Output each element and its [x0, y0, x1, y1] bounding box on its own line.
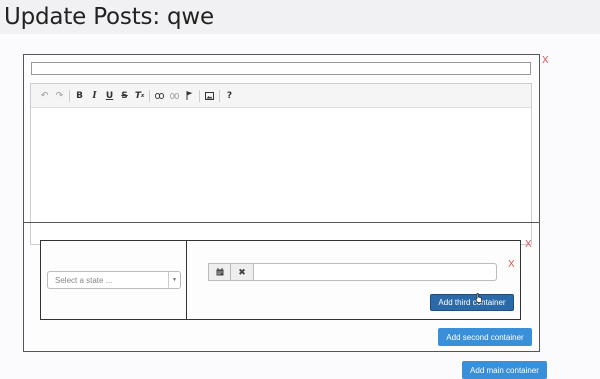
add-second-container-button[interactable]: Add second container — [438, 328, 532, 346]
toolbar-separator — [69, 89, 70, 102]
flag-icon[interactable] — [182, 88, 197, 104]
page-header: Update Posts: qwe — [0, 0, 600, 34]
add-main-container-button[interactable]: Add main container — [462, 361, 547, 379]
section-divider — [24, 222, 539, 223]
page-title: Update Posts: qwe — [4, 4, 214, 30]
undo-icon[interactable]: ↶ — [37, 88, 52, 104]
italic-icon[interactable]: I — [87, 88, 102, 104]
bold-icon[interactable]: B — [72, 88, 87, 104]
calendar-icon[interactable] — [208, 263, 231, 281]
column-divider — [186, 241, 187, 319]
third-container-input[interactable] — [254, 263, 497, 281]
strikethrough-icon[interactable]: S — [117, 88, 132, 104]
underline-icon[interactable]: U — [102, 88, 117, 104]
remove-second-container-button[interactable]: X — [525, 240, 532, 250]
state-select[interactable]: Select a state ... ▼ — [47, 271, 181, 289]
toolbar-separator — [219, 89, 220, 102]
main-container: ↶ ↷ B I U S Tx ? Select a state ... ▼ ✖ … — [23, 54, 540, 352]
image-icon[interactable] — [202, 88, 217, 104]
clear-format-icon[interactable]: Tx — [132, 88, 147, 104]
toolbar-separator — [199, 89, 200, 102]
rich-text-editor: ↶ ↷ B I U S Tx ? — [30, 83, 532, 245]
second-container: Select a state ... ▼ ✖ X Add third conta… — [40, 240, 521, 320]
times-icon[interactable]: ✖ — [231, 263, 254, 281]
toolbar-separator — [149, 89, 150, 102]
post-title-input[interactable] — [31, 62, 531, 75]
editor-toolbar: ↶ ↷ B I U S Tx ? — [31, 84, 531, 108]
chevron-down-icon[interactable]: ▼ — [168, 272, 180, 288]
mouse-cursor-icon — [475, 293, 482, 303]
third-container-input-group: ✖ — [208, 263, 497, 281]
state-select-placeholder: Select a state ... — [55, 276, 113, 285]
link-icon[interactable] — [152, 88, 167, 104]
remove-main-container-button[interactable]: X — [542, 56, 549, 66]
remove-third-container-button[interactable]: X — [508, 260, 515, 270]
redo-icon[interactable]: ↷ — [52, 88, 67, 104]
unlink-icon[interactable] — [167, 88, 182, 104]
help-icon[interactable]: ? — [222, 88, 237, 104]
add-third-container-button[interactable]: Add third container — [430, 294, 514, 311]
